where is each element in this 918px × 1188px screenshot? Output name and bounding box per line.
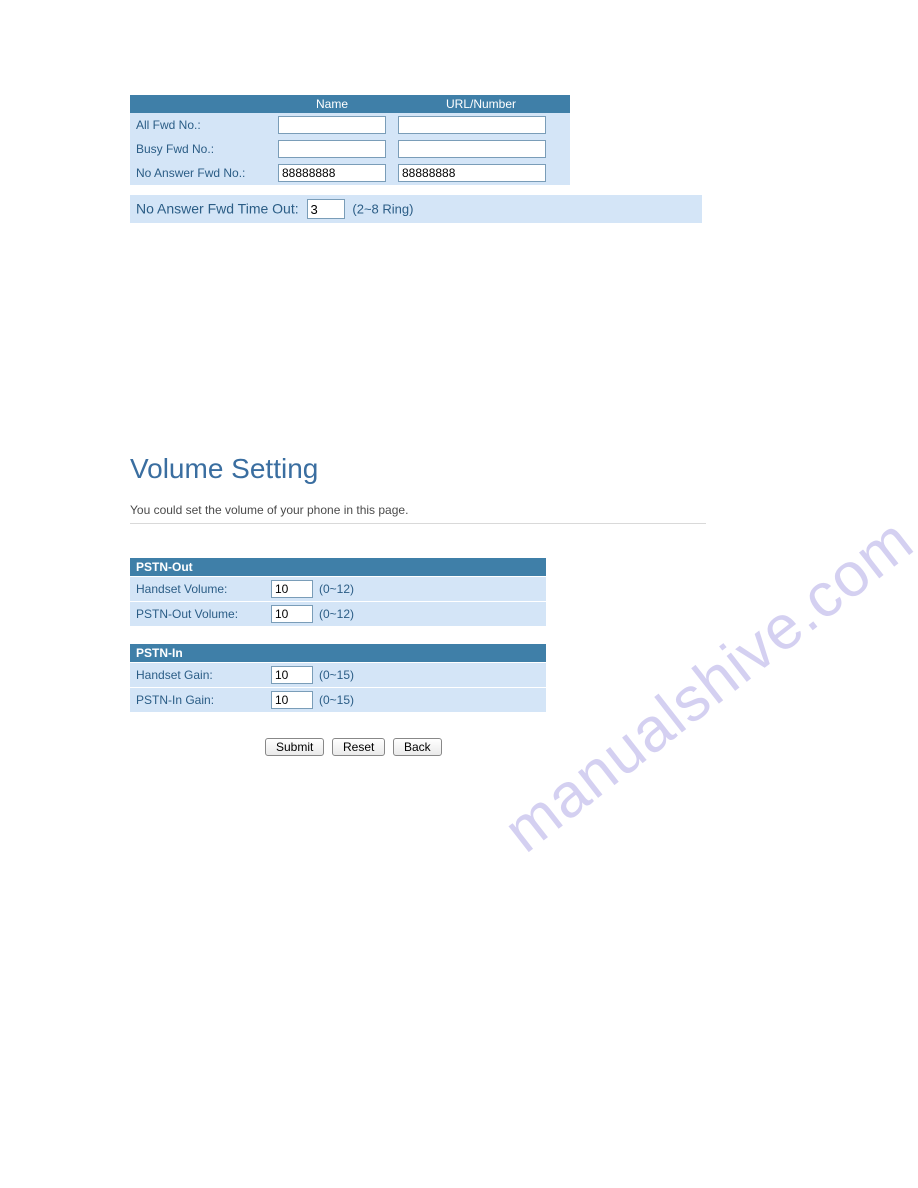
table-row: Handset Volume: (0~12) — [130, 576, 546, 601]
busy-fwd-name-input[interactable] — [278, 140, 386, 158]
all-fwd-name-input[interactable] — [278, 116, 386, 134]
timeout-label: No Answer Fwd Time Out: — [136, 201, 299, 217]
page-description: You could set the volume of your phone i… — [130, 503, 706, 524]
table-row: No Answer Fwd No.: — [130, 161, 570, 185]
fwd-row-label: Busy Fwd No.: — [130, 137, 272, 161]
button-row: Submit Reset Back — [265, 738, 702, 756]
row-label: PSTN-In Gain: — [136, 693, 271, 707]
fwd-row-label: All Fwd No.: — [130, 113, 272, 137]
pstn-in-section: PSTN-In Handset Gain: (0~15) PSTN-In Gai… — [130, 644, 546, 712]
row-range: (0~15) — [319, 693, 354, 707]
pstn-in-gain-input[interactable] — [271, 691, 313, 709]
timeout-input[interactable] — [307, 199, 345, 219]
timeout-hint: (2~8 Ring) — [352, 202, 413, 217]
fwd-header-name: Name — [272, 95, 392, 113]
fwd-row-label: No Answer Fwd No.: — [130, 161, 272, 185]
section-header: PSTN-In — [130, 644, 546, 662]
table-row: Handset Gain: (0~15) — [130, 662, 546, 687]
fwd-header-blank — [130, 95, 272, 113]
fwd-header-url: URL/Number — [392, 95, 570, 113]
reset-button[interactable]: Reset — [332, 738, 385, 756]
row-label: PSTN-Out Volume: — [136, 607, 271, 621]
row-label: Handset Gain: — [136, 668, 271, 682]
page-title: Volume Setting — [130, 453, 702, 485]
row-range: (0~15) — [319, 668, 354, 682]
submit-button[interactable]: Submit — [265, 738, 324, 756]
row-label: Handset Volume: — [136, 582, 271, 596]
all-fwd-url-input[interactable] — [398, 116, 546, 134]
row-range: (0~12) — [319, 607, 354, 621]
busy-fwd-url-input[interactable] — [398, 140, 546, 158]
table-row: Busy Fwd No.: — [130, 137, 570, 161]
section-header: PSTN-Out — [130, 558, 546, 576]
handset-volume-input[interactable] — [271, 580, 313, 598]
table-row: PSTN-In Gain: (0~15) — [130, 687, 546, 712]
forward-table: Name URL/Number All Fwd No.: Busy Fwd No… — [130, 95, 570, 185]
handset-gain-input[interactable] — [271, 666, 313, 684]
pstn-out-section: PSTN-Out Handset Volume: (0~12) PSTN-Out… — [130, 558, 546, 626]
table-row: PSTN-Out Volume: (0~12) — [130, 601, 546, 626]
back-button[interactable]: Back — [393, 738, 442, 756]
row-range: (0~12) — [319, 582, 354, 596]
pstn-out-volume-input[interactable] — [271, 605, 313, 623]
noanswer-fwd-url-input[interactable] — [398, 164, 546, 182]
noanswer-fwd-name-input[interactable] — [278, 164, 386, 182]
timeout-row: No Answer Fwd Time Out: (2~8 Ring) — [130, 195, 702, 223]
table-row: All Fwd No.: — [130, 113, 570, 137]
